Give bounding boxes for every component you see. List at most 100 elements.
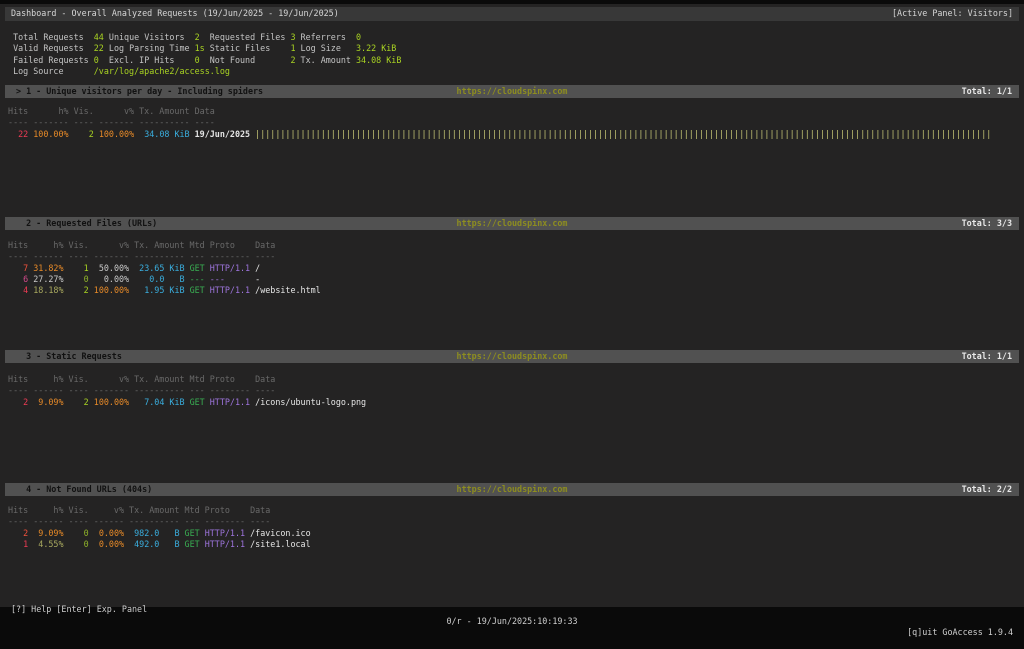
- summary-line-logsource: Log Source /var/log/apache2/access.log: [3, 66, 1024, 77]
- table-cell: 7: [3, 263, 28, 273]
- window-title: Dashboard - Overall Analyzed Requests (1…: [11, 8, 339, 19]
- table-row[interactable]: 6 27.27% 0 0.00% 0.0 B --- --- -: [3, 274, 1024, 285]
- table-cell: 18.18%: [28, 285, 63, 295]
- table-cell: /website.html: [250, 285, 321, 295]
- table-cell: 27.27%: [28, 274, 63, 284]
- table-cell: 23.65 KiB: [129, 263, 184, 273]
- table-cell: GET: [185, 285, 205, 295]
- table-cell: 3.22 KiB: [356, 43, 396, 53]
- table-cell: 100.00%: [28, 129, 68, 139]
- panel-header-unique-visitors[interactable]: > 1 - Unique visitors per day - Includin…: [5, 85, 1019, 98]
- table-cell: Log Parsing Time: [104, 43, 195, 53]
- table-cell: GET: [180, 528, 200, 538]
- table-cell: Excl. IP Hits: [99, 55, 195, 65]
- panel-total-badge: Total: 2/2: [962, 483, 1012, 496]
- table-cell: Hits h% Vis. v% Tx. Amount Mtd Proto Dat…: [3, 240, 275, 250]
- status-bar: [?] Help [Enter] Exp. Panel 0/r - 19/Jun…: [5, 593, 1019, 605]
- table-cell: Tx. Amount: [295, 55, 356, 65]
- table-cell: /icons/ubuntu-logo.png: [250, 397, 366, 407]
- terminal-window: Dashboard - Overall Analyzed Requests (1…: [0, 4, 1024, 607]
- table-cell: Valid Requests: [3, 43, 94, 53]
- table-row[interactable]: 2 9.09% 2 100.00% 7.04 KiB GET HTTP/1.1 …: [3, 397, 1024, 408]
- table-cell: 0.0 B: [129, 274, 184, 284]
- separator: ---- ------ ---- ------ ---------- --- -…: [3, 516, 1024, 527]
- panel-header-requested-files[interactable]: 2 - Requested Files (URLs) https://cloud…: [5, 217, 1019, 230]
- title-bar: Dashboard - Overall Analyzed Requests (1…: [5, 7, 1019, 21]
- table-cell: Unique Visitors: [104, 32, 195, 42]
- table-cell: 2: [3, 528, 28, 538]
- table-cell: 50.00%: [89, 263, 129, 273]
- table-row[interactable]: 2 9.09% 0 0.00% 982.0 B GET HTTP/1.1 /fa…: [3, 528, 1024, 539]
- table-cell: HTTP/1.1: [205, 263, 250, 273]
- table-cell: 1: [64, 263, 89, 273]
- table-cell: HTTP/1.1: [200, 528, 245, 538]
- table-cell: GET: [185, 397, 205, 407]
- table-cell: 22: [3, 129, 28, 139]
- table-cell: ---: [205, 274, 250, 284]
- table-cell: 982.0 B: [124, 528, 179, 538]
- table-cell: 44: [94, 32, 104, 42]
- table-cell: Hits h% Vis. v% Tx. Amount Data: [3, 106, 215, 116]
- table-row[interactable]: 4 18.18% 2 100.00% 1.95 KiB GET HTTP/1.1…: [3, 285, 1024, 296]
- panel-total-badge: Total: 1/1: [962, 85, 1012, 98]
- table-cell: GET: [185, 263, 205, 273]
- table-cell: 1: [3, 539, 28, 549]
- column-headers: Hits h% Vis. v% Tx. Amount Mtd Proto Dat…: [3, 374, 1024, 385]
- table-cell: Log Size: [295, 43, 356, 53]
- column-headers: Hits h% Vis. v% Tx. Amount Mtd Proto Dat…: [3, 240, 1024, 251]
- table-row[interactable]: 22 100.00% 2 100.00% 34.08 KiB 19/Jun/20…: [3, 129, 1024, 140]
- panel-url: https://cloudspinx.com: [5, 483, 1019, 496]
- table-cell: 0.00%: [89, 539, 124, 549]
- table-cell: 0: [356, 32, 361, 42]
- panel-url: https://cloudspinx.com: [5, 217, 1019, 230]
- table-cell: 2: [3, 397, 28, 407]
- panel-header-not-found[interactable]: 4 - Not Found URLs (404s) https://clouds…: [5, 483, 1019, 496]
- table-cell: 34.08 KiB: [356, 55, 401, 65]
- table-cell: ||||||||||||||||||||||||||||||||||||||||…: [255, 129, 991, 139]
- table-cell: 0: [64, 528, 89, 538]
- active-panel-indicator: [Active Panel: Visitors]: [892, 8, 1013, 19]
- table-row[interactable]: 1 4.55% 0 0.00% 492.0 B GET HTTP/1.1 /si…: [3, 539, 1024, 550]
- panel-table-requested-files: Hits h% Vis. v% Tx. Amount Mtd Proto Dat…: [3, 240, 1024, 296]
- table-cell: 0: [64, 539, 89, 549]
- table-cell: 7.04 KiB: [129, 397, 184, 407]
- table-cell: HTTP/1.1: [200, 539, 245, 549]
- separator: ---- ------- ---- ------- ---------- ---…: [3, 117, 1024, 128]
- table-cell: 0.00%: [89, 274, 129, 284]
- table-cell: 492.0 B: [124, 539, 179, 549]
- panel-url: https://cloudspinx.com: [5, 85, 1019, 98]
- table-cell: Failed Requests: [3, 55, 94, 65]
- request-rate-timestamp: 0/r - 19/Jun/2025:10:19:33: [5, 616, 1019, 627]
- column-headers: Hits h% Vis. v% Tx. Amount Data: [3, 106, 1024, 117]
- table-cell: 100.00%: [89, 285, 129, 295]
- table-cell: HTTP/1.1: [205, 397, 250, 407]
- table-cell: HTTP/1.1: [205, 285, 250, 295]
- table-cell: 6: [3, 274, 28, 284]
- summary-line-totals: Total Requests 44 Unique Visitors 2 Requ…: [3, 32, 1024, 43]
- table-cell: /favicon.ico: [245, 528, 311, 538]
- table-cell: GET: [180, 539, 200, 549]
- table-cell: Requested Files: [200, 32, 291, 42]
- panel-table-unique-visitors: Hits h% Vis. v% Tx. Amount Data ---- ---…: [3, 106, 1024, 140]
- panel-header-static-requests[interactable]: 3 - Static Requests https://cloudspinx.c…: [5, 350, 1019, 363]
- table-cell: Referrers: [295, 32, 356, 42]
- table-cell: 4.55%: [28, 539, 63, 549]
- table-cell: Hits h% Vis. v% Tx. Amount Mtd Proto Dat…: [3, 505, 270, 515]
- quit-version-hint: [q]uit GoAccess 1.9.4: [907, 627, 1013, 638]
- table-cell: ---- ------ ---- ------- ---------- --- …: [3, 385, 275, 395]
- table-cell: -: [250, 274, 260, 284]
- panel-table-static-requests: Hits h% Vis. v% Tx. Amount Mtd Proto Dat…: [3, 374, 1024, 408]
- panel-url: https://cloudspinx.com: [5, 350, 1019, 363]
- summary-line-valid: Valid Requests 22 Log Parsing Time 1s St…: [3, 43, 1024, 54]
- panel-total-badge: Total: 3/3: [962, 217, 1012, 230]
- table-cell: 100.00%: [89, 397, 129, 407]
- table-cell: 2: [64, 285, 89, 295]
- table-cell: 9.09%: [28, 528, 63, 538]
- table-cell: 19/Jun/2025: [190, 129, 256, 139]
- table-cell: ---- ------- ---- ------- ---------- ---…: [3, 117, 215, 127]
- table-cell: Log Source: [3, 66, 94, 76]
- table-row[interactable]: 7 31.82% 1 50.00% 23.65 KiB GET HTTP/1.1…: [3, 263, 1024, 274]
- table-cell: 4: [3, 285, 28, 295]
- table-cell: 1.95 KiB: [129, 285, 184, 295]
- table-cell: 0.00%: [89, 528, 124, 538]
